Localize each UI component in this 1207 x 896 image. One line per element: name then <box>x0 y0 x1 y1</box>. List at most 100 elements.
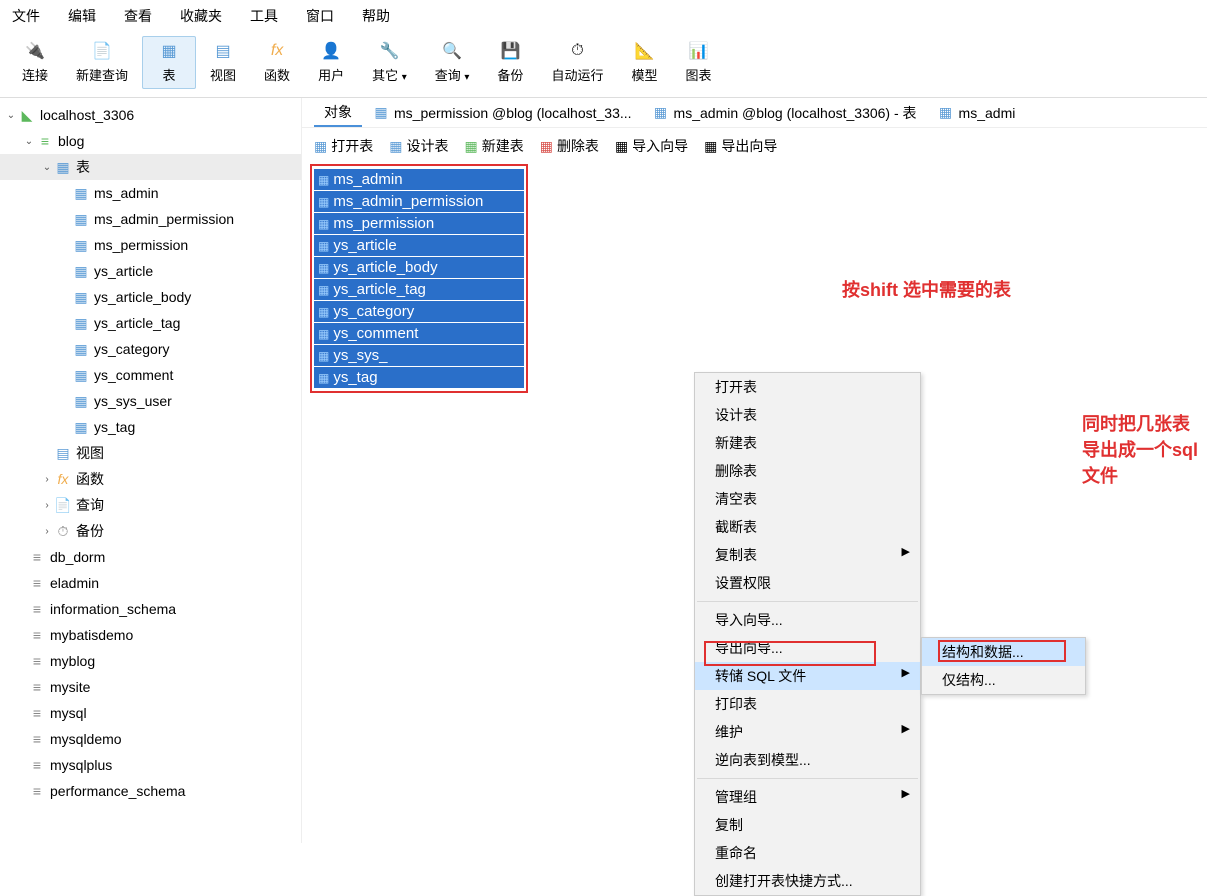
tb-user[interactable]: 👤用户 <box>304 36 358 89</box>
ctx-shortcut[interactable]: 创建打开表快捷方式... <box>695 867 920 895</box>
ctx-del[interactable]: 删除表 <box>695 457 920 485</box>
ctx-open[interactable]: 打开表 <box>695 373 920 401</box>
tree-db-item[interactable]: ≡mysqlplus <box>0 752 301 778</box>
plug-icon: 🔌 <box>23 41 47 61</box>
tree-db-item[interactable]: ≡mysqldemo <box>0 726 301 752</box>
menu-fav[interactable]: 收藏夹 <box>180 6 222 26</box>
submenu-dump[interactable]: 结构和数据... 仅结构... <box>921 637 1086 695</box>
tb-chart[interactable]: 📊图表 <box>671 36 725 89</box>
selected-table-item[interactable]: ▦ys_article_body <box>314 257 524 278</box>
table-icon: ▦ <box>372 104 390 121</box>
context-menu[interactable]: 打开表 设计表 新建表 删除表 清空表 截断表 复制表▶ 设置权限 导入向导..… <box>694 372 921 896</box>
sidebar[interactable]: ⌄◣localhost_3306 ⌄≡blog ⌄▦表 ▦ms_admin▦ms… <box>0 98 302 843</box>
tree-view-node[interactable]: ▤视图 <box>0 440 301 466</box>
selected-table-item[interactable]: ▦ms_admin <box>314 169 524 190</box>
tb-newquery[interactable]: 📄新建查询 <box>62 36 142 89</box>
tree-table-item[interactable]: ▦ys_article_tag <box>0 310 301 336</box>
sb-new[interactable]: ▦新建表 <box>464 136 523 156</box>
tree-db-blog[interactable]: ⌄≡blog <box>0 128 301 154</box>
menubar: 文件 编辑 查看 收藏夹 工具 窗口 帮助 <box>0 0 1207 32</box>
tree-table-item[interactable]: ▦ms_admin_permission <box>0 206 301 232</box>
selected-table-item[interactable]: ▦ms_permission <box>314 213 524 234</box>
tree-db-item[interactable]: ≡eladmin <box>0 570 301 596</box>
sub-structure-only[interactable]: 仅结构... <box>922 666 1085 694</box>
tb-backup[interactable]: 💾备份 <box>483 36 537 89</box>
tree-tables-node[interactable]: ⌄▦表 <box>0 154 301 180</box>
tb-other[interactable]: 🔧其它 ▾ <box>358 36 421 89</box>
selected-table-item[interactable]: ▦ys_category <box>314 301 524 322</box>
sb-import[interactable]: ▦导入向导 <box>615 136 688 156</box>
selected-table-item[interactable]: ▦ys_article_tag <box>314 279 524 300</box>
model-icon: 📐 <box>632 41 656 61</box>
selected-table-item[interactable]: ▦ys_comment <box>314 323 524 344</box>
menu-window[interactable]: 窗口 <box>306 6 334 26</box>
database-icon: ≡ <box>28 757 46 773</box>
tree-table-item[interactable]: ▦ys_sys_user <box>0 388 301 414</box>
tab-objects[interactable]: 对象 <box>314 98 362 127</box>
tab-ms-admi[interactable]: ▦ms_admi <box>927 98 1026 127</box>
tb-model[interactable]: 📐模型 <box>617 36 671 89</box>
ctx-design[interactable]: 设计表 <box>695 401 920 429</box>
tree-db-item[interactable]: ≡myblog <box>0 648 301 674</box>
tb-auto[interactable]: ⏱自动运行 <box>537 36 617 89</box>
tab-ms-admin[interactable]: ▦ms_admin @blog (localhost_3306) - 表 <box>642 98 927 127</box>
tree-table-item[interactable]: ▦ys_article <box>0 258 301 284</box>
ctx-print[interactable]: 打印表 <box>695 690 920 718</box>
annotation-shift: 按shift 选中需要的表 <box>842 276 1011 302</box>
ctx-new[interactable]: 新建表 <box>695 429 920 457</box>
tb-query[interactable]: 🔍查询 ▾ <box>421 36 484 89</box>
ctx-rename[interactable]: 重命名 <box>695 839 920 867</box>
tb-view[interactable]: ▤视图 <box>196 36 250 89</box>
selected-table-item[interactable]: ▦ys_sys_ <box>314 345 524 366</box>
tb-func[interactable]: fx函数 <box>250 36 304 89</box>
selected-table-item[interactable]: ▦ms_admin_permission <box>314 191 524 212</box>
chevron-down-icon: ⌄ <box>4 110 18 121</box>
separator <box>697 601 918 602</box>
export-icon: ▦ <box>704 138 717 155</box>
ctx-empty[interactable]: 清空表 <box>695 485 920 513</box>
ctx-copy-table[interactable]: 复制表▶ <box>695 541 920 569</box>
tab-ms-permission[interactable]: ▦ms_permission @blog (localhost_33... <box>362 98 642 127</box>
chevron-down-icon: ▾ <box>464 72 469 83</box>
tree-table-item[interactable]: ▦ms_admin <box>0 180 301 206</box>
tree-db-item[interactable]: ≡mybatisdemo <box>0 622 301 648</box>
tree-table-item[interactable]: ▦ys_comment <box>0 362 301 388</box>
tree-table-item[interactable]: ▦ys_tag <box>0 414 301 440</box>
tb-connect[interactable]: 🔌连接 <box>8 36 62 89</box>
menu-tools[interactable]: 工具 <box>250 6 278 26</box>
ctx-trunc[interactable]: 截断表 <box>695 513 920 541</box>
tree-db-item[interactable]: ≡mysql <box>0 700 301 726</box>
sb-design[interactable]: ▦设计表 <box>389 136 448 156</box>
tree-db-item[interactable]: ≡performance_schema <box>0 778 301 804</box>
tree-table-item[interactable]: ▦ms_permission <box>0 232 301 258</box>
ctx-import-wizard[interactable]: 导入向导... <box>695 606 920 634</box>
selected-table-item[interactable]: ▦ys_tag <box>314 367 524 388</box>
sb-del[interactable]: ▦删除表 <box>540 136 599 156</box>
ctx-dump-sql[interactable]: 转储 SQL 文件▶ <box>695 662 920 690</box>
sb-export[interactable]: ▦导出向导 <box>704 136 777 156</box>
menu-edit[interactable]: 编辑 <box>68 6 96 26</box>
tree-backup-node[interactable]: ›⏱备份 <box>0 518 301 544</box>
tb-table[interactable]: ▦表 <box>142 36 196 89</box>
tree-db-item[interactable]: ≡information_schema <box>0 596 301 622</box>
tree-db-item[interactable]: ≡db_dorm <box>0 544 301 570</box>
tree-db-item[interactable]: ≡mysite <box>0 674 301 700</box>
menu-help[interactable]: 帮助 <box>362 6 390 26</box>
ctx-maint[interactable]: 维护▶ <box>695 718 920 746</box>
tree-table-item[interactable]: ▦ys_article_body <box>0 284 301 310</box>
selected-table-item[interactable]: ▦ys_article <box>314 235 524 256</box>
tree-table-item[interactable]: ▦ys_category <box>0 336 301 362</box>
menu-file[interactable]: 文件 <box>12 6 40 26</box>
user-icon: 👤 <box>319 41 343 61</box>
sb-open[interactable]: ▦打开表 <box>314 136 373 156</box>
ctx-perm[interactable]: 设置权限 <box>695 569 920 597</box>
sub-structure-data[interactable]: 结构和数据... <box>922 638 1085 666</box>
ctx-reverse[interactable]: 逆向表到模型... <box>695 746 920 774</box>
backup-icon: 💾 <box>498 41 522 61</box>
menu-view[interactable]: 查看 <box>124 6 152 26</box>
tree-query-node[interactable]: ›📄查询 <box>0 492 301 518</box>
tree-func-node[interactable]: ›fx函数 <box>0 466 301 492</box>
tree-connection[interactable]: ⌄◣localhost_3306 <box>0 102 301 128</box>
ctx-group[interactable]: 管理组▶ <box>695 783 920 811</box>
ctx-export-wizard[interactable]: 导出向导... <box>695 634 920 662</box>
